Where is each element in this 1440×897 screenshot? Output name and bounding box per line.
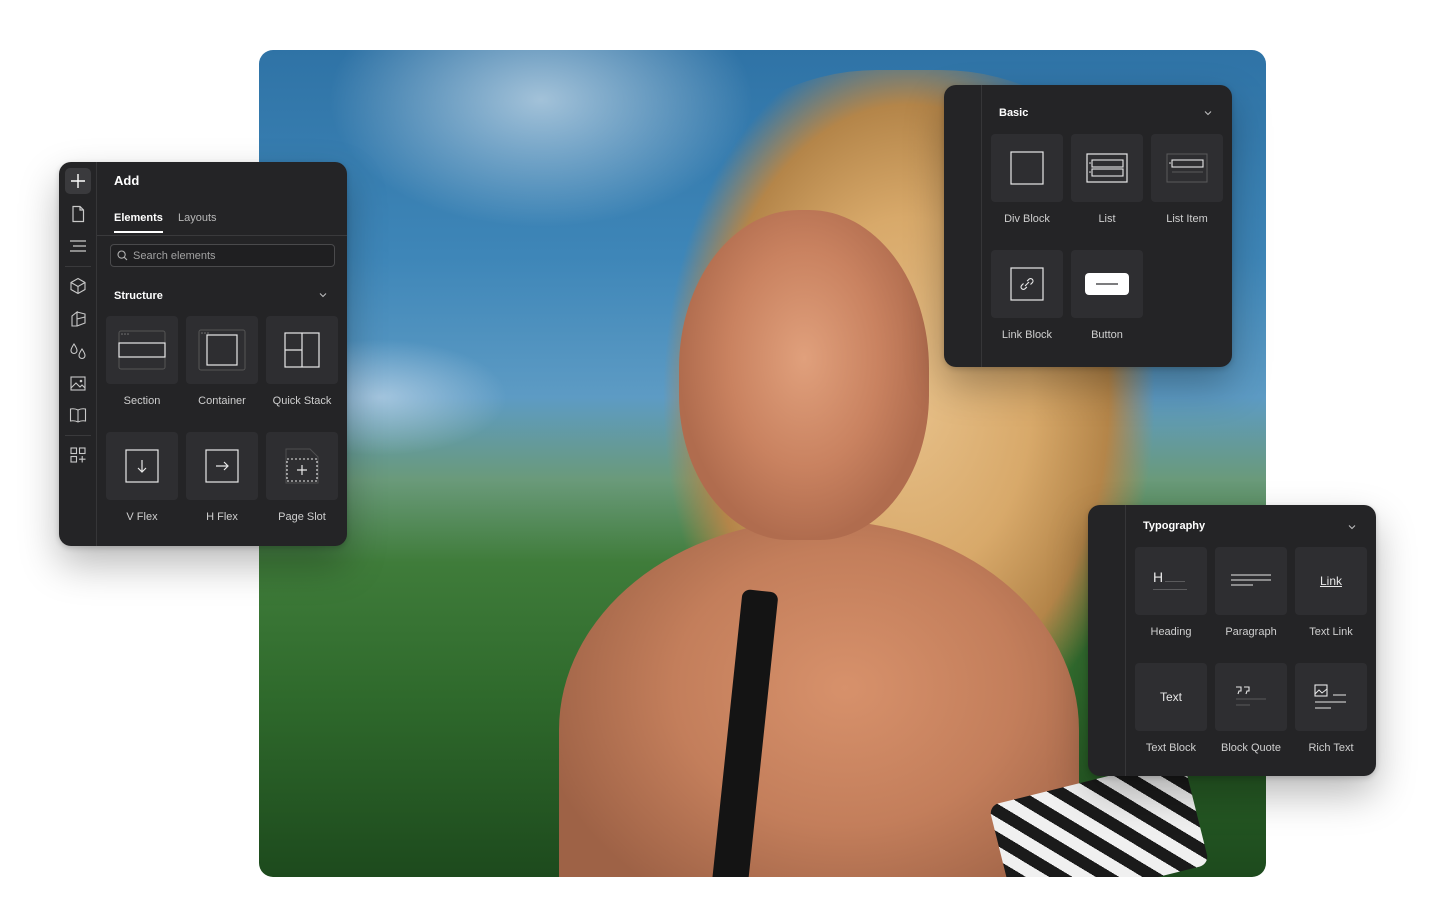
element-tile-link-block[interactable] (991, 250, 1063, 318)
element-tile-paragraph[interactable] (1215, 547, 1287, 615)
element-tile-v-flex[interactable] (106, 432, 178, 500)
add-panel: Add Elements Layouts Search elements Str… (59, 162, 347, 546)
element-tile-h-flex[interactable] (186, 432, 258, 500)
search-placeholder: Search elements (133, 249, 216, 262)
element-label: Heading (1150, 626, 1192, 638)
element-tile-text-link[interactable]: Link (1295, 547, 1367, 615)
list-icon (1086, 153, 1128, 183)
element-label: V Flex (126, 511, 158, 523)
h-flex-icon (205, 449, 239, 483)
element-label: Page Slot (278, 511, 326, 523)
search-icon (117, 250, 128, 261)
section-title-typography: Typography (1143, 520, 1206, 532)
element-tile-section[interactable] (106, 316, 178, 384)
button-icon (1085, 273, 1129, 295)
element-tile-list-item[interactable] (1151, 134, 1223, 202)
element-label: Link Block (1001, 329, 1053, 341)
element-label: H Flex (206, 511, 238, 523)
plus-icon[interactable] (65, 168, 91, 194)
tab-elements[interactable]: Elements (114, 212, 163, 233)
element-tile-heading[interactable]: H (1135, 547, 1207, 615)
element-tile-button[interactable] (1071, 250, 1143, 318)
element-tile-text-block[interactable]: Text (1135, 663, 1207, 731)
element-label: Paragraph (1225, 626, 1277, 638)
section-title-basic: Basic (999, 107, 1029, 119)
element-tile-page-slot[interactable] (266, 432, 338, 500)
v-flex-icon (125, 449, 159, 483)
element-label: Section (123, 395, 161, 407)
element-label: Text Link (1309, 626, 1353, 638)
components-icon[interactable] (65, 273, 91, 299)
panel-rail (944, 85, 982, 367)
panel-title: Add (114, 173, 140, 188)
navigator-icon[interactable] (65, 233, 91, 259)
quick-stack-icon (284, 332, 320, 368)
element-label: Quick Stack (272, 395, 332, 407)
element-tile-container[interactable] (186, 316, 258, 384)
section-icon (118, 330, 166, 370)
heading-icon: H (1151, 569, 1191, 593)
element-tile-div-block[interactable] (991, 134, 1063, 202)
list-item-icon (1166, 153, 1208, 183)
typography-panel: Typography H Heading Paragraph Link Text… (1088, 505, 1376, 776)
element-label: Button (1091, 329, 1123, 341)
element-label: Container (198, 395, 246, 407)
paragraph-icon (1231, 574, 1271, 586)
element-tile-list[interactable] (1071, 134, 1143, 202)
search-input[interactable]: Search elements (110, 244, 335, 267)
page-icon[interactable] (65, 201, 91, 227)
element-tile-rich-text[interactable] (1295, 663, 1367, 731)
block-quote-icon (1236, 686, 1266, 706)
text-block-icon: Text (1159, 690, 1182, 704)
link-block-icon (1010, 267, 1044, 301)
container-icon (198, 329, 246, 371)
styles-icon[interactable] (65, 306, 91, 332)
element-label: Block Quote (1221, 742, 1281, 754)
element-tile-quick-stack[interactable] (266, 316, 338, 384)
chevron-down-icon[interactable] (319, 292, 327, 298)
page-slot-icon (285, 448, 319, 484)
chevron-down-icon[interactable] (1204, 110, 1212, 116)
left-rail (59, 162, 97, 546)
text-link-icon: Link (1319, 574, 1342, 588)
tab-bar: Elements Layouts (97, 206, 347, 236)
chevron-down-icon[interactable] (1348, 524, 1356, 530)
photo-face (679, 210, 929, 540)
element-label: List Item (1166, 213, 1208, 225)
div-block-icon (1010, 151, 1044, 185)
element-label: Text Block (1145, 742, 1197, 754)
tab-layouts[interactable]: Layouts (178, 212, 217, 231)
element-label: Rich Text (1308, 742, 1354, 754)
section-title-structure: Structure (114, 290, 163, 302)
element-label: List (1098, 213, 1116, 225)
panel-rail (1088, 505, 1126, 776)
basic-panel: Basic Div Block List List Item Link Bloc… (944, 85, 1232, 367)
element-tile-block-quote[interactable] (1215, 663, 1287, 731)
variables-icon[interactable] (65, 338, 91, 364)
element-label: Div Block (1004, 213, 1050, 225)
rich-text-icon (1314, 684, 1346, 709)
apps-icon[interactable] (65, 442, 91, 468)
assets-icon[interactable] (65, 370, 91, 396)
cms-icon[interactable] (65, 402, 91, 428)
